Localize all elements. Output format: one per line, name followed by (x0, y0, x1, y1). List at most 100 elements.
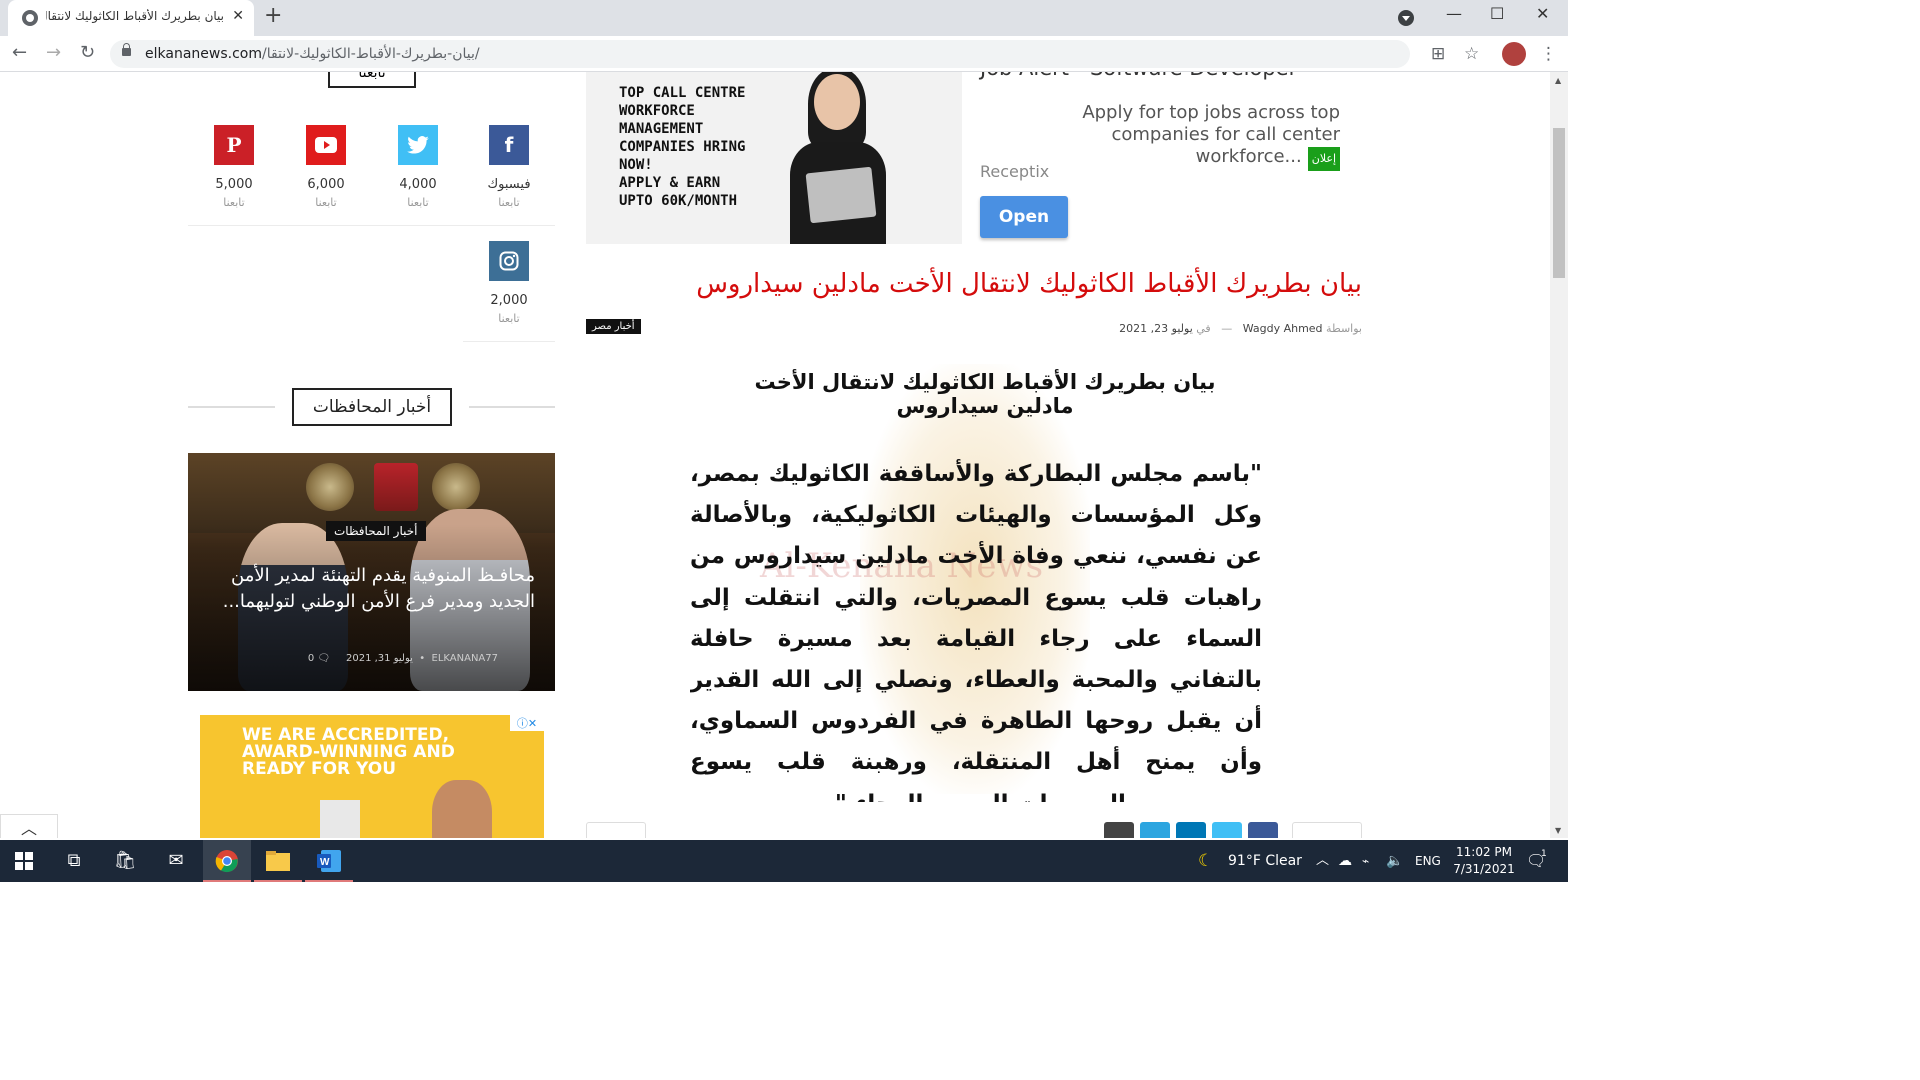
close-tab-icon[interactable]: ✕ (232, 8, 244, 24)
notifications-count: 1 (1541, 849, 1547, 859)
article-image: Al-Kenana News بيان بطريرك الأقباط الكاث… (690, 354, 1270, 802)
open-button[interactable]: Open (980, 196, 1068, 238)
extensions-icon[interactable]: ⊞ (1431, 44, 1445, 64)
browser-tab[interactable]: بيان بطريرك الأقباط الكاثوليك لانتقال ✕ (8, 0, 254, 36)
print-icon[interactable] (1104, 822, 1134, 838)
facebook-follow[interactable]: f فيسبوك تابعنا (479, 125, 539, 209)
profile-avatar[interactable] (1502, 42, 1526, 66)
sidebar-ad[interactable]: WE ARE ACCREDITED, AWARD-WINNING AND REA… (200, 715, 544, 838)
pinterest-count: 5,000 (215, 177, 253, 192)
new-tab-icon[interactable]: + (264, 3, 282, 28)
forward-icon[interactable]: → (46, 42, 61, 63)
comments-count-button[interactable] (586, 822, 646, 838)
article-category-badge[interactable]: أخبار مصر (586, 319, 641, 334)
twitter-follow[interactable]: 4,000 تابعنا (388, 125, 448, 209)
ad-badge: إعلان (1307, 147, 1340, 171)
tab-title: بيان بطريرك الأقباط الكاثوليك لانتقال (46, 9, 224, 23)
clock[interactable]: 11:02 PM 7/31/2021 (1440, 844, 1528, 878)
featured-news-card[interactable]: أخبار المحافظات محافـظ المنوفية يقدم الت… (188, 453, 555, 691)
facebook-icon: f (489, 125, 529, 165)
store-icon[interactable]: 🛍 (101, 840, 149, 882)
share-bar (586, 822, 1362, 838)
scroll-up-icon[interactable]: ▲ (1555, 76, 1561, 85)
clock-time: 11:02 PM (1456, 845, 1512, 859)
network-icon[interactable]: ⌁ (1362, 840, 1369, 882)
pinterest-follow[interactable]: P 5,000 تابعنا (204, 125, 264, 209)
telegram-icon[interactable] (1140, 822, 1170, 838)
twitter-share-icon[interactable] (1212, 822, 1242, 838)
tab-search-icon[interactable] (1398, 10, 1414, 26)
section-line (188, 406, 275, 408)
svg-text:W: W (320, 857, 330, 868)
lock-icon[interactable] (122, 43, 131, 56)
comment-icon: 🗨 (317, 653, 331, 664)
share-button[interactable] (1292, 822, 1362, 838)
volume-icon[interactable]: 🔈 (1386, 840, 1403, 882)
menu-kebab-icon[interactable]: ⋮ (1540, 44, 1557, 64)
instagram-icon (489, 241, 529, 281)
ad-person-image (432, 780, 492, 838)
chrome-taskbar-icon[interactable] (203, 840, 251, 882)
pinterest-icon: P (214, 125, 254, 165)
bookmark-star-icon[interactable]: ☆ (1464, 44, 1479, 64)
feature-comments: 0 (307, 653, 315, 664)
youtube-follow[interactable]: 6,000 تابعنا (296, 125, 356, 209)
page-scrollbar[interactable]: ▲ ▼ (1550, 72, 1568, 838)
ad-choices-icon[interactable]: ⓘ✕ (510, 715, 544, 731)
start-windows-icon[interactable] (0, 840, 48, 882)
word-icon[interactable]: W (305, 840, 353, 882)
job-ad-desc: Apply for top jobs across top companies … (1030, 102, 1340, 171)
article-author[interactable]: Wagdy Ahmed (1243, 322, 1323, 335)
weather-text[interactable]: 91°F Clear (1228, 840, 1302, 882)
weather-moon-icon[interactable]: ☾ (1198, 840, 1213, 882)
reload-icon[interactable]: ↻ (80, 42, 95, 63)
linkedin-icon[interactable] (1176, 822, 1206, 838)
feature-author[interactable]: ELKANANA77 (432, 653, 498, 664)
article-meta: بواسطة Wagdy Ahmed — في يوليو 23, 2021 (1119, 322, 1362, 335)
file-explorer-icon[interactable] (254, 840, 302, 882)
pinterest-label: تابعنا (223, 196, 245, 209)
youtube-label: تابعنا (315, 196, 337, 209)
feature-category-badge[interactable]: أخبار المحافظات (326, 521, 426, 541)
instagram-count: 2,000 (490, 293, 528, 308)
url-text[interactable]: elkananews.com/بيان-بطريرك-الأقباط-الكاث… (145, 46, 480, 62)
minimize-icon[interactable]: — (1446, 4, 1462, 23)
job-ad-title[interactable]: Job Alert - Software Developer (980, 72, 1297, 80)
divider (188, 225, 555, 226)
browser-toolbar: ← → ↻ elkananews.com/بيان-بطريرك-الأقباط… (0, 36, 1568, 72)
cloud-icon[interactable]: ☁ (1338, 840, 1352, 882)
close-window-icon[interactable]: ✕ (1536, 4, 1549, 23)
web-page: تابعنا f فيسبوك تابعنا 4,000 تابعنا 6,00… (0, 72, 1550, 838)
instagram-follow[interactable]: 2,000 تابعنا (479, 241, 539, 325)
twitter-icon (398, 125, 438, 165)
instagram-label: تابعنا (498, 312, 520, 325)
maximize-icon[interactable]: ☐ (1490, 4, 1504, 23)
task-view-icon[interactable]: ⧉ (50, 840, 98, 882)
feature-title[interactable]: محافـظ المنوفية يقدم التهنئة لمدير الأمن… (210, 563, 535, 615)
back-icon[interactable]: ← (12, 42, 27, 63)
facebook-share-icon[interactable] (1248, 822, 1278, 838)
scroll-thumb[interactable] (1553, 128, 1565, 278)
call-centre-ad-text: TOP CALL CENTRE WORKFORCE MANAGEMENT COM… (619, 85, 746, 209)
ad-brand[interactable]: Receptix (980, 162, 1049, 181)
youtube-icon (306, 125, 346, 165)
scroll-down-icon[interactable]: ▼ (1555, 826, 1561, 835)
address-bar[interactable]: elkananews.com/بيان-بطريرك-الأقباط-الكاث… (110, 40, 1410, 68)
show-hidden-icons[interactable]: ︿ (1316, 840, 1329, 882)
mail-icon[interactable]: ✉ (152, 840, 200, 882)
article-title: بيان بطريرك الأقباط الكاثوليك لانتقال ال… (696, 269, 1362, 299)
call-centre-ad-image[interactable]: TOP CALL CENTRE WORKFORCE MANAGEMENT COM… (586, 72, 962, 244)
back-to-top-button[interactable]: ︿ (0, 814, 58, 838)
image-body-text: "باسم مجلس البطاركة والأساقفة الكاثوليك … (690, 461, 1262, 802)
tab-strip: بيان بطريرك الأقباط الكاثوليك لانتقال ✕ … (0, 0, 1568, 36)
clock-date: 7/31/2021 (1453, 862, 1515, 876)
youtube-count: 6,000 (307, 177, 345, 192)
site-favicon-icon (22, 10, 38, 26)
section-title: أخبار المحافظات (292, 388, 452, 426)
language-indicator[interactable]: ENG (1415, 840, 1441, 882)
divider (463, 341, 555, 342)
ad-woman-image (790, 72, 886, 244)
ad-building-image (320, 800, 360, 838)
job-ad[interactable]: Job Alert - Software Developer Apply for… (980, 72, 1340, 244)
facebook-label: تابعنا (498, 196, 520, 209)
